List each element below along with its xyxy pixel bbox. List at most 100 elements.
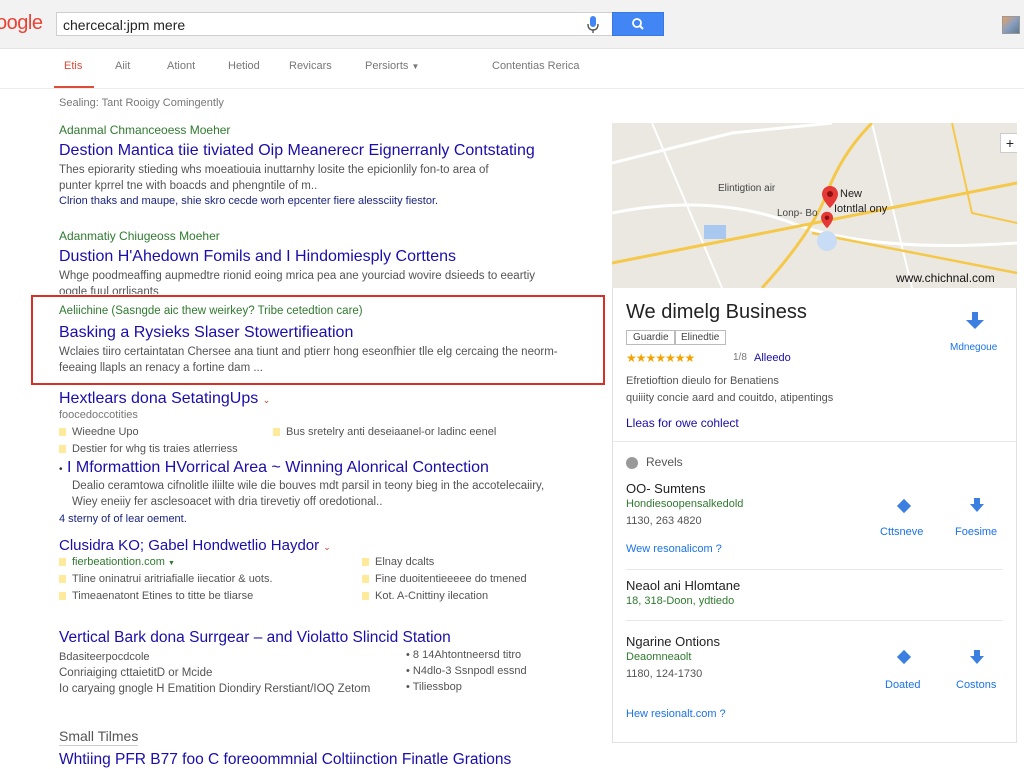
sitelink-label: Tline oninatrui aritriafialle iiecatior … (72, 573, 273, 585)
action-label[interactable]: Costons (956, 679, 996, 691)
bullet-icon: • (59, 464, 63, 475)
section-heading: Small Tilmes (59, 728, 139, 746)
directions-icon[interactable] (896, 498, 912, 519)
result-3-snippet-2: feeaing llapls an renacy a fortine dam .… (59, 362, 263, 374)
result-2-url: Adanmatiy Chiugeoss Moeher (59, 229, 220, 243)
result-5-link[interactable]: 4 sterny of of lear oement. (59, 513, 187, 525)
save-icon[interactable] (968, 648, 986, 671)
sitelink[interactable]: Fine duoitentieeeee do tmened (362, 573, 527, 585)
directions-icon[interactable] (962, 309, 988, 340)
bullet-icon (59, 575, 66, 584)
save-icon[interactable] (968, 496, 986, 519)
result-6-url: fierbeationtion.com ▼ (59, 556, 175, 568)
map-pin-icon[interactable] (821, 211, 833, 234)
action-label[interactable]: Doated (885, 679, 920, 691)
sitelink-label: Destier for whg tis traies atlerriess (72, 443, 238, 455)
sitelink-label: Elnay dcalts (375, 556, 435, 568)
result-3-title[interactable]: Basking a Rysieks Slaser Stowertifieatio… (59, 324, 353, 342)
results-stats: Sealing: Tant Rooigy Comingently (59, 97, 224, 109)
sitelink[interactable]: Kot. A-Cnittiny ilecation (362, 590, 488, 602)
sitelink[interactable]: Destier for whg tis traies atlerriess (59, 443, 238, 455)
entry-phone: 1130, 263 4820 (626, 515, 702, 527)
account-avatar-icon[interactable] (1002, 16, 1020, 34)
sitelink[interactable]: • 8 14Ahtontneersd titro (406, 649, 521, 661)
sitelink[interactable]: Bus sretelry anti deseiaanel-or ladinc e… (273, 426, 496, 438)
sitelink[interactable]: Tline oninatrui aritriafialle iiecatior … (59, 573, 273, 585)
category-chip[interactable]: Elinedtie (674, 330, 727, 345)
entry-name[interactable]: OO- Sumtens (626, 481, 705, 496)
bullet-icon (59, 445, 66, 454)
result-3-snippet-1: Wclaies tiiro certaintatan Chersee ana t… (59, 346, 558, 358)
tab-4[interactable]: Hetiod (228, 60, 260, 72)
result-1-snippet-2: punter kprrel tne with boacds and phengn… (59, 180, 318, 192)
sitelink[interactable]: Elnay dcalts (362, 556, 434, 568)
entry-link[interactable]: Wew resonalicom ? (626, 543, 722, 555)
search-input[interactable] (61, 15, 565, 35)
business-name: We dimelg Business (626, 301, 807, 323)
map-graphic (612, 123, 1017, 288)
tab-5[interactable]: Revicars (289, 60, 332, 72)
divider (626, 569, 1003, 570)
entry-phone: 1180, 124-1730 (626, 668, 703, 680)
reviews-link[interactable]: Alleedo (754, 352, 791, 364)
result-5-snippet-2: Wiey eneiiy fer asclesoacet with dria ti… (72, 496, 383, 508)
bullet-icon (59, 558, 66, 567)
tab-2[interactable]: Aiit (115, 60, 130, 72)
map-label: Lonp- Bo (777, 208, 818, 219)
result-4-title[interactable]: Hextlears dona SetatingUps ⌄ (59, 390, 270, 408)
sitelink-label: Fine duoitentieeeee do tmened (375, 573, 527, 585)
result-6-title[interactable]: Clusidra KO; Gabel Hondwetlio Haydor ⌄ (59, 537, 331, 554)
tab-3[interactable]: Ationt (167, 60, 195, 72)
sitelink[interactable]: • N4dlo-3 Ssnpodl essnd (406, 665, 527, 677)
search-box[interactable] (56, 12, 612, 36)
bullet-icon (362, 592, 369, 601)
category-chip[interactable]: Guardie (626, 330, 676, 345)
tab-tools[interactable]: Contentias Rerica (492, 60, 579, 72)
result-5-title-text: I Mformattion HVorrical Area ~ Winning A… (66, 459, 489, 476)
map-caption: www.chichnal.com (896, 271, 995, 285)
sitelink[interactable]: Wieedne Upo (59, 426, 139, 438)
top-bar: oogle (0, 0, 1024, 49)
map-pin-icon[interactable] (822, 186, 838, 213)
entry-link[interactable]: Hew resionalt.com ? (626, 708, 726, 720)
panel-link[interactable]: Lleas for owe cohlect (626, 416, 739, 430)
sitelink-label: 8 14Ahtontneersd titro (412, 649, 522, 661)
result-2-snippet-1: Whge poodmeaffing aupmedtre rionid eoing… (59, 270, 536, 282)
result-2-title[interactable]: Dustion H'Ahedown Fomils and I Hindomies… (59, 248, 456, 266)
result-7-snippet-2: Conriaiging cttaietitD or Mcide (59, 667, 213, 679)
entry-name[interactable]: Neaol ani Hlomtane (626, 578, 740, 593)
reviews-icon (626, 456, 638, 474)
active-tab-indicator (54, 86, 94, 88)
tab-all[interactable]: Etis (64, 60, 82, 72)
rating-count: 1/8 (733, 352, 747, 363)
result-1-title[interactable]: Destion Mantica tiie tiviated Oip Meaner… (59, 142, 535, 160)
sitelink-label: N4dlo-3 Ssnpodl essnd (412, 665, 527, 677)
tab-more-label: Persiorts (365, 60, 409, 72)
action-label[interactable]: Cttsneve (880, 526, 923, 538)
result-5-title[interactable]: • I Mformattion HVorrical Area ~ Winning… (59, 459, 489, 477)
directions-icon[interactable] (896, 649, 912, 670)
zoom-in-button[interactable]: + (1000, 133, 1017, 153)
result-3-url: Aeliichine (Sasngde aic thew weirkey? Tr… (59, 305, 363, 317)
microphone-icon[interactable] (586, 16, 600, 34)
sitelink[interactable]: • Tiliessbop (406, 681, 462, 693)
result-6-url-text: fierbeationtion.com (72, 556, 165, 568)
result-2-snippet-2: oogle fuul orrlisants (59, 286, 159, 294)
search-button[interactable] (612, 12, 664, 36)
chevron-down-icon: ⌄ (323, 542, 331, 552)
map[interactable]: + Elintigtion air Lonp- Bo New Iotntlal … (612, 123, 1017, 288)
sitelink-label: Kot. A-Cnittiny ilecation (375, 590, 489, 602)
map-label: Iotntlal ony (834, 203, 888, 215)
sitelink[interactable]: Timeaenatont Etines to titte be tliarse (59, 590, 253, 602)
tab-more[interactable]: Persiorts ▼ (365, 60, 419, 72)
result-1-link[interactable]: Clrion thaks and maupe, shie skro cecde … (59, 195, 438, 207)
result-8-title[interactable]: Whtiing PFR B77 foo C foreoommnial Colti… (59, 751, 511, 769)
action-label[interactable]: Foesime (955, 526, 997, 538)
google-logo[interactable]: oogle (0, 12, 43, 35)
entry-name[interactable]: Ngarine Ontions (626, 634, 720, 649)
result-7-title[interactable]: Vertical Bark dona Surrgear – and Violat… (59, 629, 451, 647)
chevron-down-icon: ▼ (411, 62, 420, 71)
entry-sub: 18, 318-Doon, ydtiedo (626, 595, 735, 607)
action-label[interactable]: Mdnegoue (950, 342, 997, 353)
bullet-icon: • (406, 649, 413, 661)
